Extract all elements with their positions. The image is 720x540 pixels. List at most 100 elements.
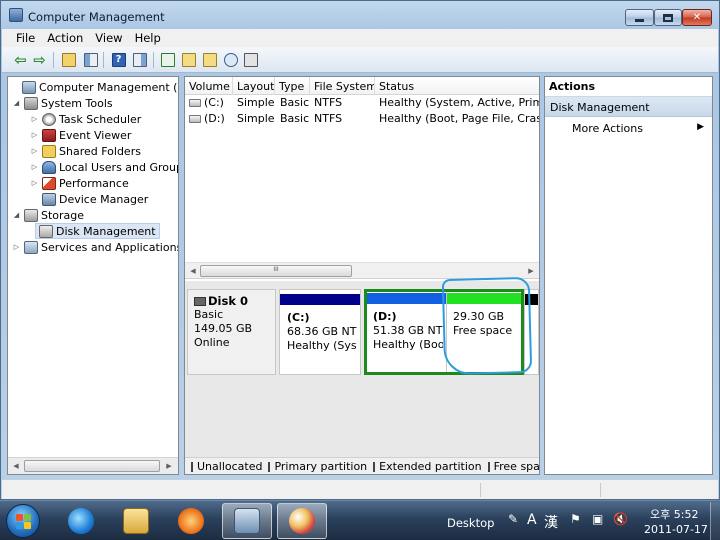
tree-scroll-thumb[interactable]	[24, 460, 160, 472]
tree-item-system-tools[interactable]: ◢ System Tools	[12, 95, 113, 111]
menu-view[interactable]: View	[89, 29, 128, 47]
legend-extended-partition: Extended partition	[379, 460, 482, 473]
taskbar-computer-management[interactable]	[222, 503, 272, 539]
up-one-level-button[interactable]	[60, 51, 77, 68]
windows-logo-icon	[16, 514, 32, 530]
tree-item-performance[interactable]: ▷ Performance	[30, 175, 129, 191]
scroll-right-icon[interactable]: ▶	[164, 462, 174, 470]
console-tree: Computer Management (Local ◢ System Tool…	[7, 76, 179, 475]
console-tree-icon	[83, 52, 98, 67]
computer-management-app-icon[interactable]	[9, 8, 23, 22]
forward-button[interactable]: ⇨	[31, 51, 48, 69]
column-header-status[interactable]: Status	[375, 77, 539, 95]
volume-row[interactable]: (D:) Simple Basic NTFS Healthy (Boot, Pa…	[185, 111, 539, 127]
back-button[interactable]: ⇦	[12, 51, 29, 69]
tree-item-task-scheduler[interactable]: ▷ Task Scheduler	[30, 111, 141, 127]
tree-item-computer-management[interactable]: Computer Management (Local	[10, 79, 178, 95]
tree-item-event-viewer[interactable]: ▷ Event Viewer	[30, 127, 131, 143]
show-hide-console-tree-button[interactable]	[82, 51, 99, 68]
start-button[interactable]	[6, 504, 40, 538]
extended-partition[interactable]: (D:) 51.38 GB NTF Healthy (Boot 29.30 GB…	[364, 289, 524, 375]
volume-horizontal-scrollbar[interactable]: ◀ III ▶	[185, 262, 539, 279]
taskbar-internet-explorer[interactable]	[56, 503, 106, 539]
clock-date[interactable]: 2011-07-17	[644, 523, 708, 536]
disk-0-info[interactable]: Disk 0 Basic 149.05 GB Online	[187, 289, 276, 375]
layout-cell: Simple	[237, 96, 275, 109]
close-button[interactable]: ✕	[682, 9, 712, 26]
window-title: Computer Management	[28, 10, 165, 24]
disk-label: Disk 0	[208, 294, 248, 308]
language-bar-icon[interactable]: ✎	[508, 512, 518, 526]
partition-d[interactable]: (D:) 51.38 GB NTF Healthy (Boot	[367, 292, 447, 372]
help-button[interactable]: ?	[110, 51, 127, 68]
collapsed-triangle-icon[interactable]: ▷	[30, 131, 39, 139]
tree-item-shared-folders[interactable]: ▷ Shared Folders	[30, 143, 141, 159]
collapsed-triangle-icon[interactable]: ▷	[30, 115, 39, 123]
drive-icon	[189, 115, 201, 123]
free-space-region[interactable]: 29.30 GB Free space	[447, 292, 521, 372]
tree-item-local-users-and-groups[interactable]: ▷ Local Users and Groups	[30, 159, 179, 175]
title-bar[interactable]: Computer Management ✕	[1, 1, 719, 29]
ime-mode-indicator[interactable]: A	[527, 512, 537, 528]
scroll-grip: III	[273, 266, 279, 273]
refresh-button[interactable]	[159, 51, 176, 68]
column-header-file-system[interactable]: File System	[310, 77, 375, 95]
menu-action[interactable]: Action	[41, 29, 89, 47]
tree-horizontal-scrollbar[interactable]: ◀ ▶	[8, 457, 178, 474]
show-desktop-button[interactable]	[710, 502, 720, 540]
volume-scroll-thumb[interactable]: III	[200, 265, 352, 277]
tree-item-disk-management[interactable]: Disk Management	[35, 223, 160, 239]
minimize-button[interactable]	[625, 9, 654, 26]
show-hide-action-pane-button[interactable]	[131, 51, 148, 68]
open-button[interactable]	[180, 51, 197, 68]
partition-c[interactable]: (C:) 68.36 GB NTFS Healthy (Syste	[279, 289, 361, 375]
trailing-partition[interactable]	[524, 289, 539, 375]
collapsed-triangle-icon[interactable]: ▷	[30, 163, 39, 171]
scroll-right-icon[interactable]: ▶	[526, 267, 536, 275]
clock-time[interactable]: 오후 5:52	[650, 506, 698, 522]
tree-item-device-manager[interactable]: Device Manager	[30, 191, 148, 207]
tree-item-storage[interactable]: ◢ Storage	[12, 207, 84, 223]
expanded-triangle-icon[interactable]: ◢	[12, 99, 21, 107]
column-header-type[interactable]: Type	[275, 77, 310, 95]
collapsed-triangle-icon[interactable]: ▷	[30, 147, 39, 155]
disk-state: Online	[194, 336, 230, 349]
scroll-left-icon[interactable]: ◀	[11, 462, 21, 470]
taskbar-paint[interactable]	[277, 503, 327, 539]
network-icon[interactable]: ▣	[592, 512, 603, 526]
maximize-button[interactable]	[654, 9, 682, 26]
collapsed-triangle-icon[interactable]: ▷	[30, 179, 39, 187]
volume-row[interactable]: (C:) Simple Basic NTFS Healthy (System, …	[185, 95, 539, 111]
file-system-cell: NTFS	[314, 112, 343, 125]
menu-file[interactable]: File	[2, 29, 41, 47]
volume-muted-icon[interactable]: 🔇	[613, 512, 628, 526]
tree-item-label: Event Viewer	[59, 128, 132, 142]
volume-cell: (D:)	[189, 112, 233, 125]
collapsed-triangle-icon[interactable]: ▷	[12, 243, 21, 251]
help-icon: ?	[111, 52, 126, 67]
taskbar-windows-explorer[interactable]	[111, 503, 161, 539]
primary-partition-swatch	[268, 461, 271, 472]
browse-button[interactable]	[201, 51, 218, 68]
file-system-cell: NTFS	[314, 96, 343, 109]
action-center-flag-icon[interactable]: ⚑	[570, 512, 581, 526]
tree-item-label: Computer Management (Local	[39, 80, 178, 94]
hanja-indicator[interactable]: 漢	[544, 512, 558, 532]
legend-free-space: Free space	[493, 460, 540, 473]
partition-c-details: (C:) 68.36 GB NTFS Healthy (Syste	[284, 308, 357, 371]
taskbar-media-player[interactable]	[166, 503, 216, 539]
computer-management-icon	[22, 80, 36, 94]
scroll-left-icon[interactable]: ◀	[188, 267, 198, 275]
properties-button[interactable]	[242, 51, 259, 68]
column-header-volume[interactable]: Volume	[185, 77, 233, 95]
menu-help[interactable]: Help	[129, 29, 167, 47]
tree-item-services-and-applications[interactable]: ▷ Services and Applications	[12, 239, 178, 255]
tree-item-label: Local Users and Groups	[59, 160, 179, 174]
desktop-toolbar-label[interactable]: Desktop	[447, 516, 494, 530]
column-header-layout[interactable]: Layout	[233, 77, 275, 95]
partition-d-size: 51.38 GB NTF	[373, 324, 443, 337]
actions-section-disk-management[interactable]: Disk Management	[545, 97, 712, 117]
more-actions-item[interactable]: More Actions ▶	[545, 117, 712, 139]
expanded-triangle-icon[interactable]: ◢	[12, 211, 21, 219]
search-button[interactable]	[222, 51, 239, 68]
